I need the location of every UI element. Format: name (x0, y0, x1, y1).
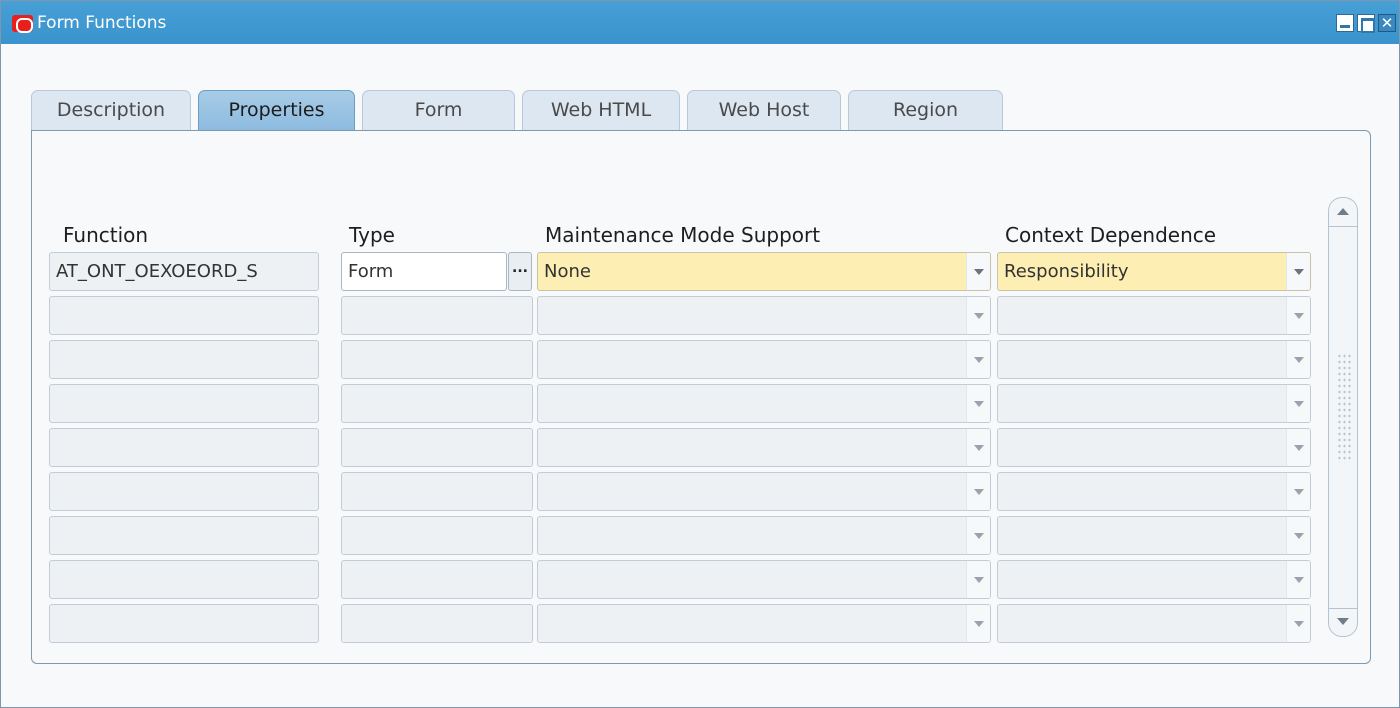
chevron-down-icon[interactable] (966, 385, 990, 422)
chevron-down-icon[interactable] (1286, 473, 1310, 510)
type-list-of-values-button[interactable]: ... (508, 252, 532, 291)
context-dependence-select[interactable] (997, 560, 1311, 599)
context-dependence-value: Responsibility (1004, 261, 1129, 282)
maintenance-mode-select[interactable] (537, 472, 991, 511)
maximize-button[interactable] (1357, 14, 1375, 33)
maintenance-mode-select[interactable] (537, 296, 991, 335)
function-cell[interactable] (49, 516, 319, 555)
context-dependence-select[interactable]: Responsibility (997, 252, 1311, 291)
chevron-down-icon[interactable] (966, 473, 990, 510)
chevron-down-icon[interactable] (1286, 429, 1310, 466)
function-cell[interactable] (49, 384, 319, 423)
form-functions-window: Form Functions ✕ Description Properties … (0, 0, 1400, 708)
function-cell[interactable] (49, 296, 319, 335)
column-header-type: Type (349, 223, 395, 247)
tab-properties[interactable]: Properties (198, 90, 355, 130)
function-cell[interactable] (49, 428, 319, 467)
close-icon: ✕ (1380, 14, 1394, 32)
context-dependence-select[interactable] (997, 340, 1311, 379)
function-cell[interactable]: AT_ONT_OEXOEORD_S (49, 252, 319, 291)
chevron-down-icon[interactable] (966, 605, 990, 642)
chevron-down-icon[interactable] (1286, 341, 1310, 378)
type-cell[interactable] (341, 340, 533, 379)
type-cell[interactable] (341, 560, 533, 599)
context-dependence-select[interactable] (997, 516, 1311, 555)
context-dependence-select[interactable] (997, 384, 1311, 423)
context-dependence-select[interactable] (997, 428, 1311, 467)
maintenance-mode-select[interactable] (537, 604, 991, 643)
close-button[interactable]: ✕ (1378, 14, 1396, 32)
chevron-down-icon[interactable] (1286, 253, 1310, 290)
column-header-maintenance-mode-support: Maintenance Mode Support (545, 223, 821, 247)
function-cell[interactable] (49, 472, 319, 511)
maintenance-mode-select[interactable] (537, 516, 991, 555)
oracle-logo-icon (12, 15, 33, 33)
scrollbar-grip[interactable] (1337, 353, 1351, 463)
function-cell[interactable] (49, 604, 319, 643)
type-cell[interactable] (341, 296, 533, 335)
tab-web-host[interactable]: Web Host (687, 90, 841, 130)
tab-description[interactable]: Description (31, 90, 191, 130)
type-cell[interactable] (341, 472, 533, 511)
maintenance-mode-select[interactable] (537, 428, 991, 467)
chevron-down-icon[interactable] (966, 297, 990, 334)
context-dependence-select[interactable] (997, 472, 1311, 511)
chevron-down-icon[interactable] (1286, 385, 1310, 422)
title-bar[interactable]: Form Functions ✕ (1, 1, 1399, 44)
maintenance-mode-select[interactable] (537, 384, 991, 423)
maintenance-mode-select[interactable] (537, 560, 991, 599)
chevron-down-icon[interactable] (966, 253, 990, 290)
chevron-down-icon[interactable] (966, 429, 990, 466)
chevron-down-icon[interactable] (1286, 517, 1310, 554)
tab-form[interactable]: Form (362, 90, 515, 130)
chevron-down-icon[interactable] (1286, 561, 1310, 598)
minimize-button[interactable] (1336, 14, 1354, 32)
chevron-down-icon[interactable] (1286, 297, 1310, 334)
chevron-down-icon[interactable] (966, 517, 990, 554)
type-cell[interactable] (341, 428, 533, 467)
window-title: Form Functions (37, 13, 167, 33)
chevron-down-icon[interactable] (966, 341, 990, 378)
chevron-down-icon[interactable] (1286, 605, 1310, 642)
function-cell[interactable] (49, 560, 319, 599)
chevron-down-icon[interactable] (966, 561, 990, 598)
tab-web-html[interactable]: Web HTML (522, 90, 680, 130)
type-cell[interactable] (341, 604, 533, 643)
column-header-context-dependence: Context Dependence (1005, 223, 1217, 247)
scroll-up-arrow-icon[interactable] (1328, 197, 1358, 227)
column-header-function: Function (63, 223, 149, 247)
maintenance-mode-select[interactable]: None (537, 252, 991, 291)
maintenance-mode-select[interactable] (537, 340, 991, 379)
scroll-up-divider (1329, 226, 1357, 227)
type-cell[interactable]: Form (341, 252, 507, 291)
scroll-down-arrow-icon[interactable] (1328, 607, 1358, 637)
tab-region[interactable]: Region (848, 90, 1003, 130)
maintenance-mode-value: None (544, 261, 591, 282)
context-dependence-select[interactable] (997, 604, 1311, 643)
function-cell[interactable] (49, 340, 319, 379)
type-cell[interactable] (341, 384, 533, 423)
context-dependence-select[interactable] (997, 296, 1311, 335)
type-cell[interactable] (341, 516, 533, 555)
